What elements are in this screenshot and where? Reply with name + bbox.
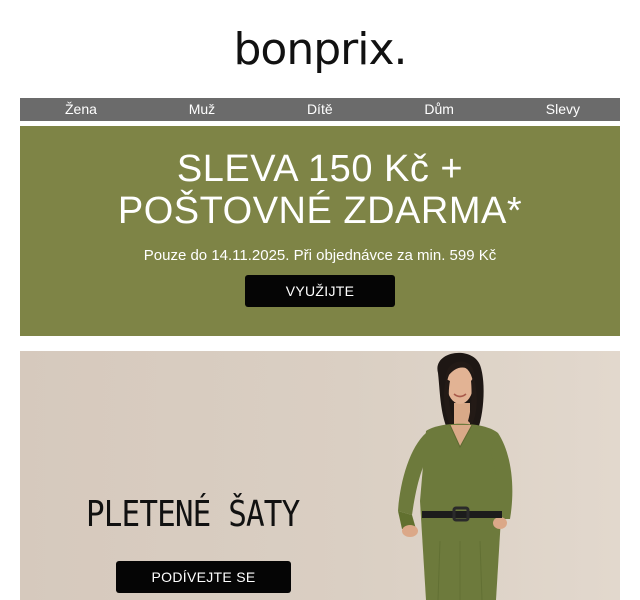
promo-title-line2: POŠTOVNÉ ZDARMA* xyxy=(117,190,523,232)
nav-item-dum[interactable]: Dům xyxy=(424,98,454,121)
nav-item-zena[interactable]: Žena xyxy=(65,98,97,121)
promo-banner[interactable]: SLEVA 150 Kč + POŠTOVNÉ ZDARMA* Pouze do… xyxy=(20,126,620,336)
nav-item-dite[interactable]: Dítě xyxy=(307,98,333,121)
hero-title: PLETENÉ ŠATY xyxy=(86,494,300,535)
main-navigation: Žena Muž Dítě Dům Slevy xyxy=(20,98,620,121)
hero-banner[interactable]: PLETENÉ ŠATY PODÍVEJTE SE xyxy=(20,351,620,600)
promo-subtitle: Pouze do 14.11.2025. Při objednávce za m… xyxy=(143,247,497,264)
model-photo xyxy=(398,352,513,600)
hero-cta-button[interactable]: PODÍVEJTE SE xyxy=(116,561,291,593)
nav-item-slevy[interactable]: Slevy xyxy=(546,98,580,121)
bonprix-logo[interactable]: bonprix. xyxy=(0,22,640,78)
nav-item-muz[interactable]: Muž xyxy=(189,98,215,121)
promo-title-line1: SLEVA 150 Kč + xyxy=(176,148,464,190)
promo-cta-button[interactable]: VYUŽIJTE xyxy=(245,275,395,307)
promo-title: SLEVA 150 Kč + POŠTOVNÉ ZDARMA* xyxy=(20,148,620,232)
